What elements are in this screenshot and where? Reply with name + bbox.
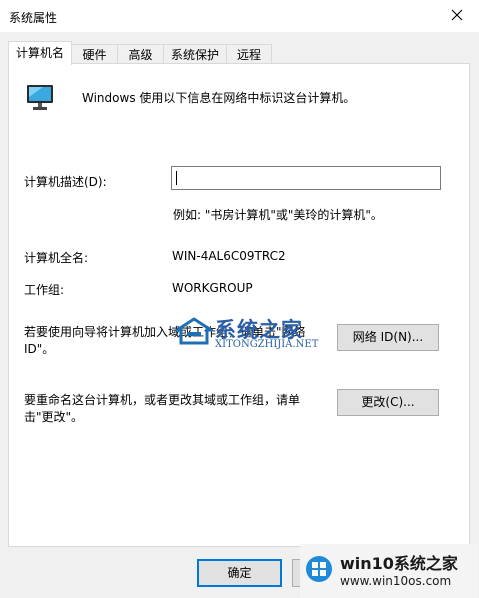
tab-label: 系统保护	[170, 48, 219, 62]
watermark-url: XITONGZHIJIA.NET	[215, 339, 319, 350]
close-icon	[451, 9, 463, 21]
full-name-value: WIN-4AL6C09TRC2	[172, 249, 286, 263]
workgroup-label: 工作组:	[24, 283, 65, 297]
tab-label: 远程	[236, 48, 261, 62]
change-button[interactable]: 更改(C)...	[337, 389, 439, 416]
tab-advanced[interactable]: 高级	[117, 44, 164, 64]
intro-text: Windows 使用以下信息在网络中标识这台计算机。	[82, 91, 356, 105]
center-watermark: 系统之家 XITONGZHIJIA.NET	[175, 312, 365, 352]
watermark-logo-icon	[175, 317, 213, 345]
tab-panel: Windows 使用以下信息在网络中标识这台计算机。 计算机描述(D): 例如:…	[8, 63, 470, 547]
tab-hardware[interactable]: 硬件	[71, 44, 118, 64]
text-caret	[176, 171, 177, 185]
dialog-client: 计算机名 硬件 高级 系统保护 远程 Windows 使用以下信息在网络中标识这…	[0, 32, 479, 598]
title-bar: 系统属性	[0, 0, 479, 32]
rename-text: 要重命名这台计算机，或者更改其域或工作组，请单击"更改"。	[24, 393, 301, 424]
change-button-label: 更改(C)...	[361, 395, 415, 409]
ok-button[interactable]: 确定	[197, 559, 282, 587]
monitor-icon	[27, 85, 53, 110]
tab-computer-name[interactable]: 计算机名	[8, 41, 72, 65]
corner-watermark: win10系统之家 www.win10os.com	[300, 544, 478, 598]
tab-remote[interactable]: 远程	[226, 44, 272, 64]
windows-logo-icon	[306, 556, 332, 582]
tab-label: 计算机名	[15, 46, 64, 60]
corner-watermark-url: www.win10os.com	[340, 574, 452, 588]
window-title: 系统属性	[9, 11, 58, 25]
description-example: 例如: "书房计算机"或"美玲的计算机"。	[173, 208, 383, 222]
full-name-label: 计算机全名:	[24, 251, 89, 265]
corner-watermark-title: win10系统之家	[340, 554, 458, 573]
tab-label: 硬件	[82, 48, 107, 62]
tab-system-protection[interactable]: 系统保护	[163, 44, 227, 64]
workgroup-value: WORKGROUP	[172, 281, 253, 295]
computer-description-input[interactable]	[171, 166, 441, 190]
ok-button-label: 确定	[227, 566, 252, 580]
tab-label: 高级	[128, 48, 153, 62]
description-label: 计算机描述(D):	[24, 175, 107, 189]
close-button[interactable]	[445, 4, 469, 26]
